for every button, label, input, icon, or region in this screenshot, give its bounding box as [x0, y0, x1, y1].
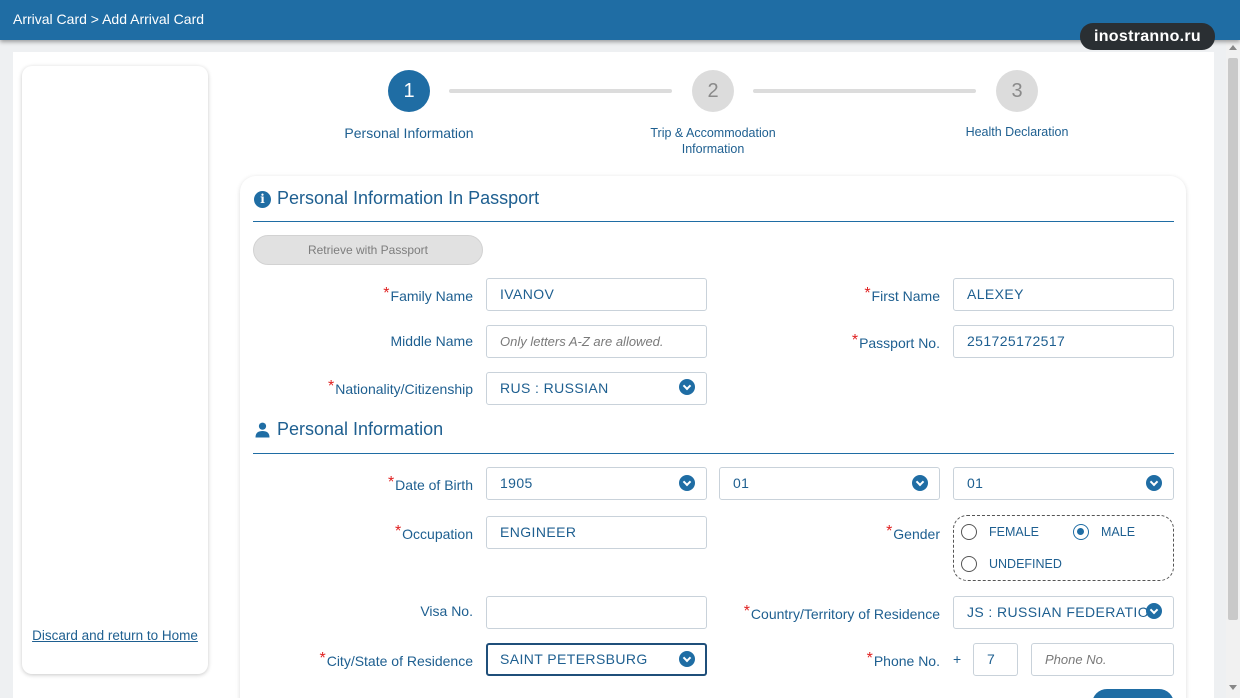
visa-no-label: Visa No. — [420, 603, 473, 619]
country-residence-label: *Country/Territory of Residence — [743, 603, 940, 622]
first-name-input[interactable]: ALEXEY — [953, 278, 1174, 311]
scroll-down-arrow-icon[interactable] — [1229, 685, 1237, 690]
person-icon — [255, 422, 270, 438]
nationality-label: *Nationality/Citizenship — [328, 378, 473, 397]
dob-day-select[interactable]: 01 — [953, 467, 1174, 500]
dob-day-chevron-down-icon[interactable] — [1146, 475, 1162, 491]
visa-no-input[interactable] — [486, 596, 707, 629]
city-residence-label: *City/State of Residence — [319, 650, 473, 669]
discard-return-home-link[interactable]: Discard and return to Home — [22, 627, 208, 644]
gender-undefined-radio[interactable] — [961, 556, 977, 572]
gender-radio-group — [953, 515, 1174, 581]
gender-male-radio[interactable] — [1073, 524, 1089, 540]
middle-name-label: Middle Name — [390, 333, 473, 349]
dob-month-chevron-down-icon[interactable] — [912, 475, 928, 491]
gender-label: *Gender — [886, 523, 940, 542]
middle-name-input[interactable]: Only letters A-Z are allowed. — [486, 325, 707, 358]
passport-no-label: *Passport No. — [851, 332, 940, 351]
country-residence-chevron-down-icon[interactable] — [1146, 603, 1162, 619]
passport-section-title: Personal Information In Passport — [277, 188, 540, 208]
phone-no-label: *Phone No. — [866, 650, 940, 669]
breadcrumb: Arrival Card > Add Arrival Card — [13, 11, 205, 27]
personal-section-divider — [253, 453, 1174, 454]
phone-country-code-input[interactable]: 7 — [973, 643, 1018, 676]
watermark-logo: inostranno.ru — [1080, 23, 1215, 50]
step-2-circle[interactable]: 2 — [692, 70, 734, 112]
scrollbar-thumb[interactable] — [1228, 58, 1238, 620]
dob-label: *Date of Birth — [387, 474, 473, 493]
city-residence-chevron-down-icon[interactable] — [679, 651, 695, 667]
gender-undefined-label[interactable]: UNDEFINED — [989, 557, 1062, 571]
step-3-label: Health Declaration — [965, 125, 1069, 139]
occupation-label: *Occupation — [394, 523, 473, 542]
dob-month-select[interactable]: 01 — [719, 467, 940, 500]
info-icon: i — [254, 191, 271, 208]
next-button[interactable] — [1092, 689, 1174, 698]
step-connector-2 — [753, 89, 976, 93]
step-connector-1 — [449, 89, 672, 93]
phone-number-input[interactable]: Phone No. — [1031, 643, 1174, 676]
retrieve-with-passport-button[interactable]: Retrieve with Passport — [253, 235, 483, 265]
family-name-label: *Family Name — [383, 285, 473, 304]
step-2-label: Trip & Accommodation Information — [650, 126, 776, 156]
top-bar: Arrival Card > Add Arrival Card — [0, 0, 1240, 40]
passport-no-input[interactable]: 251725172517 — [953, 325, 1174, 358]
first-name-label: *First Name — [864, 285, 940, 304]
gender-female-label[interactable]: FEMALE — [989, 525, 1039, 539]
step-3-circle[interactable]: 3 — [996, 70, 1038, 112]
page-scrollbar[interactable] — [1226, 40, 1240, 698]
personal-section-title: Personal Information — [277, 419, 444, 439]
sidebar — [22, 66, 208, 674]
step-1-label: Personal Information — [344, 125, 474, 141]
passport-section-divider — [253, 221, 1174, 222]
family-name-input[interactable]: IVANOV — [486, 278, 707, 311]
step-1-circle[interactable]: 1 — [388, 70, 430, 112]
scroll-up-arrow-icon[interactable] — [1229, 45, 1237, 50]
nationality-chevron-down-icon[interactable] — [679, 379, 695, 395]
dob-year-chevron-down-icon[interactable] — [679, 475, 695, 491]
gender-female-radio[interactable] — [961, 524, 977, 540]
occupation-input[interactable]: ENGINEER — [486, 516, 707, 549]
country-residence-select[interactable]: JS : RUSSIAN FEDERATION — [953, 596, 1174, 629]
dob-year-select[interactable]: 1905 — [486, 467, 707, 500]
phone-plus-sign: + — [953, 651, 962, 667]
gender-male-label[interactable]: MALE — [1101, 525, 1135, 539]
city-residence-select[interactable]: SAINT PETERSBURG — [486, 643, 707, 676]
nationality-select[interactable]: RUS : RUSSIAN — [486, 372, 707, 405]
